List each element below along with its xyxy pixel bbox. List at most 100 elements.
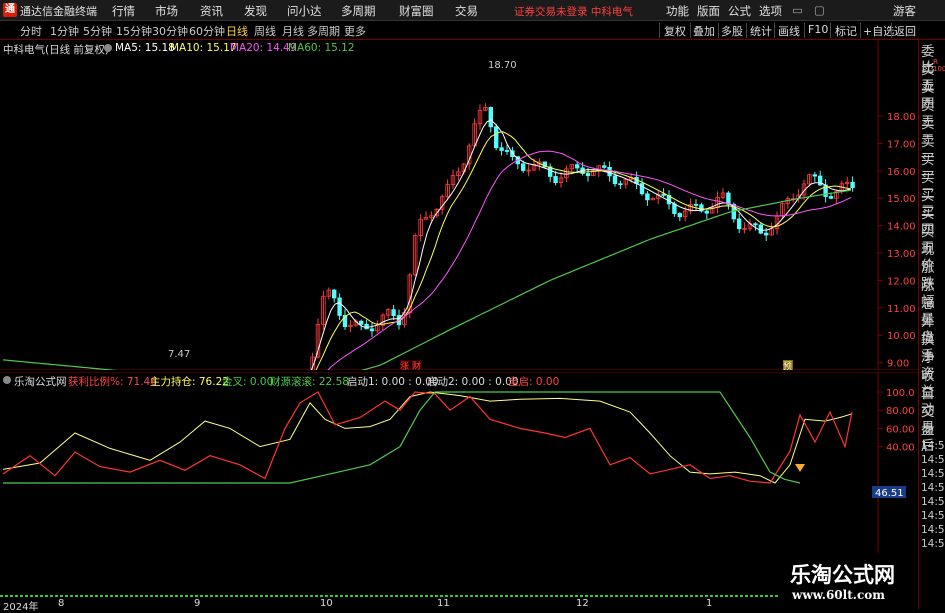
adjust-button[interactable]: 复权 (664, 23, 686, 39)
price-tick: 15.00 (887, 194, 916, 205)
tab-5min[interactable]: 5分钟 (83, 23, 112, 39)
cygg-label: 财源滚滚: 22.58 (270, 376, 349, 388)
x-label-year: 2024年 (3, 602, 39, 613)
watermark-url: www.60lt.com (792, 588, 885, 602)
x-label-aug: 8 (58, 598, 65, 609)
ma20-label: MA20: 14.49 (230, 42, 297, 54)
candle-body (693, 203, 699, 206)
stock-label: 中科电气(日线 前复权) (3, 44, 110, 56)
candle-body (639, 183, 645, 195)
menu-item-news[interactable]: 资讯 (200, 3, 223, 19)
menu-bar: 通 通达信金融终端 行情 市场 资讯 发现 问小达 多周期 财富圈 交易 证券交… (0, 0, 945, 21)
candle-body (521, 163, 526, 171)
candle-body (504, 150, 510, 152)
statistics-button[interactable]: 统计 (750, 23, 772, 39)
candle-body (499, 147, 504, 151)
kline-chart[interactable]: 18.00 17.00 16.00 15.00 14.00 13.00 12.00 11.00… (0, 40, 918, 411)
x-label-oct: 10 (320, 598, 333, 609)
x-label-dec: 12 (576, 598, 589, 609)
tab-1min[interactable]: 1分钟 (50, 23, 79, 39)
menu-item-multiperiod[interactable]: 多周期 (341, 3, 376, 19)
tab-multiperiod[interactable]: 多周期 (307, 23, 340, 39)
zlcc-label: 主力持仓: 76.22 (150, 376, 229, 388)
mark-button[interactable]: 标记 (835, 23, 857, 39)
x-label-jan: 1 (706, 598, 713, 609)
tab-30min[interactable]: 30分钟 (152, 23, 188, 39)
jc-label: 金叉: 0.00 (222, 376, 274, 388)
badge-cai[interactable]: 财 (412, 360, 421, 372)
settings-icon[interactable] (104, 44, 112, 52)
price-tick: 12.00 (887, 276, 916, 287)
tab-15min[interactable]: 15分钟 (116, 23, 152, 39)
tab-monthly[interactable]: 月线 (282, 23, 304, 39)
menu-item-options[interactable]: 选项 (759, 3, 782, 19)
tab-more[interactable]: 更多 (344, 23, 366, 39)
candle-body (753, 223, 758, 226)
menu-item-wealth[interactable]: 财富圈 (399, 3, 434, 19)
candle-body (812, 174, 817, 177)
price-tick: 11.00 (887, 304, 916, 315)
x-label-sep: 9 (194, 598, 201, 609)
diamond-icon (795, 464, 805, 472)
quote-side-panel: 委比 卖五 卖四 卖三 卖二 卖一 买一 买二 买三 买四 买五 现价 涨跌 涨幅 总量 外盘 换手 净资 收益 自动… (918, 40, 945, 609)
tab-60min[interactable]: 60分钟 (189, 23, 225, 39)
user-guest[interactable]: 游客 (893, 3, 916, 19)
ma20-line (3, 150, 852, 398)
add-watchlist-button[interactable]: +自选 (863, 23, 894, 39)
candle-body (369, 328, 375, 332)
candle-body (358, 320, 364, 325)
tab-weekly[interactable]: 周线 (254, 23, 276, 39)
indicator-settings-icon[interactable] (3, 376, 11, 384)
candle-body (493, 126, 499, 149)
app-logo-icon: 通 (3, 3, 17, 17)
overlay-button[interactable]: 叠加 (693, 23, 715, 39)
candle-body (850, 181, 855, 189)
minimize-icon[interactable]: ▭ (792, 3, 803, 17)
ma10-label: MA10: 15.17 (170, 42, 237, 54)
kline-panel[interactable]: 18.00 17.00 16.00 15.00 14.00 13.00 12.00 11.00… (0, 40, 918, 411)
low-price-marker: 7.47 (168, 349, 190, 360)
ma5-line (2, 119, 852, 401)
menu-item-ask[interactable]: 问小达 (287, 3, 322, 19)
qq-label: 全启: 0.00 (508, 376, 560, 388)
candle-body (758, 224, 763, 234)
ylr-yellow-line (2, 391, 853, 484)
f10-button[interactable]: F10 (808, 23, 828, 36)
qd2-label: 启动2: 0.00 : 0.00 (427, 376, 519, 388)
price-tick: 16.00 (887, 167, 916, 178)
zlcc-red-line (2, 391, 853, 484)
menu-item-market[interactable]: 市场 (155, 3, 178, 19)
menu-item-layout[interactable]: 版面 (697, 3, 720, 19)
candle-body (645, 193, 650, 201)
menu-item-function[interactable]: 功能 (666, 3, 689, 19)
candle-body (331, 289, 337, 299)
tab-intraday[interactable]: 分时 (20, 23, 42, 39)
period-toolbar: 分时 1分钟 5分钟 15分钟 30分钟 60分钟 日线 周线 月线 多周期 更… (0, 21, 945, 40)
menu-item-quotes[interactable]: 行情 (112, 3, 135, 19)
value-box-text: 46.51 (875, 488, 904, 499)
menu-item-formula[interactable]: 公式 (728, 3, 751, 19)
badge-zhang[interactable]: 涨 (400, 361, 409, 372)
price-tick: 9.00 (887, 359, 909, 370)
candle-body (612, 175, 618, 185)
candle-body (828, 196, 834, 199)
restore-icon[interactable]: ▢ (814, 3, 825, 17)
candle-body (602, 165, 607, 168)
candle-body (575, 164, 580, 169)
watermark-title: 乐淘公式网 (790, 563, 895, 587)
login-notice: 证券交易未登录 中科电气 (514, 6, 633, 18)
ind-tick: 100.0 (886, 388, 915, 399)
badge-yu[interactable]: 预 (783, 361, 792, 372)
side-label-29: 14:56 (921, 538, 945, 550)
multi-stock-button[interactable]: 多股 (721, 23, 743, 39)
draw-line-button[interactable]: 画线 (778, 23, 800, 39)
price-tick: 17.00 (887, 139, 916, 150)
event-badges[interactable]: 涨 财 预 (400, 360, 793, 372)
menu-item-trade[interactable]: 交易 (455, 3, 478, 19)
back-button[interactable]: 返回 (894, 23, 916, 39)
menu-item-discover[interactable]: 发现 (244, 3, 267, 19)
candle-body (488, 106, 493, 128)
indicator-name[interactable]: 乐淘公式网 (14, 374, 67, 389)
ylr-label: 获利比例%: 71.46 (68, 376, 157, 388)
tab-daily[interactable]: 日线 (226, 23, 248, 39)
